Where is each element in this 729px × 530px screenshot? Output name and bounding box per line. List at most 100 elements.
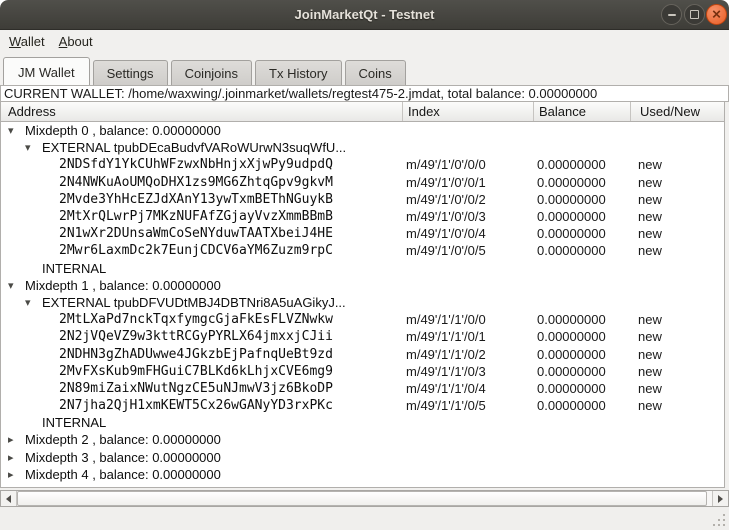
index-cell: m/49'/1'/0'/0/5 (401, 243, 532, 258)
address-cell: ▸ Mixdepth 3 , balance: 0.00000000 (1, 450, 401, 465)
index-cell: m/49'/1'/0'/0/1 (401, 175, 532, 190)
close-button[interactable]: ✕ (706, 4, 727, 25)
tab-coins[interactable]: Coins (345, 60, 406, 85)
row-label: EXTERNAL tpubDFVUDtMBJ4DBTNri8A5uAGikyJ.… (42, 295, 346, 310)
tree-row[interactable]: ▾ Mixdepth 0 , balance: 0.00000000 (1, 122, 724, 139)
tree-row[interactable]: ▸ Mixdepth 3 , balance: 0.00000000 (1, 449, 724, 466)
tree-row[interactable]: 2N1wXr2DUnsaWmCoSeNYduwTAATXbeiJ4HE m/49… (1, 225, 724, 242)
expand-arrow-icon[interactable]: ▸ (8, 468, 25, 481)
expand-arrow-icon[interactable]: ▾ (25, 296, 42, 309)
tab-settings[interactable]: Settings (93, 60, 168, 85)
tree-row[interactable]: INTERNAL (1, 414, 724, 431)
maximize-button[interactable] (684, 4, 705, 25)
tree-body: ▾ Mixdepth 0 , balance: 0.00000000 ▾ EXT… (1, 122, 724, 483)
balance-cell: 0.00000000 (532, 192, 629, 207)
row-label: 2N7jha2QjH1xmKEWT5Cx26wGANyYD3rxPKc (59, 398, 333, 413)
tree-row[interactable]: 2N2jVQeVZ9w3kttRCGyPYRLX64jmxxjCJii m/49… (1, 328, 724, 345)
tree-row[interactable]: ▸ Mixdepth 4 , balance: 0.00000000 (1, 466, 724, 483)
column-header-used-new[interactable]: Used/New (630, 102, 724, 121)
close-icon: ✕ (711, 8, 721, 20)
index-cell: m/49'/1'/0'/0/0 (401, 157, 532, 172)
address-cell: 2Mwr6LaxmDc2k7EunjCDCV6aYM6Zuzm9rpC (1, 243, 401, 258)
balance-cell: 0.00000000 (532, 329, 629, 344)
status-cell: new (629, 364, 724, 379)
scroll-left-button[interactable] (1, 491, 17, 506)
expand-arrow-icon[interactable]: ▾ (8, 279, 25, 292)
resize-grip[interactable] (713, 514, 726, 527)
horizontal-scrollbar (0, 490, 729, 507)
row-label: 2NDHN3gZhADUwwe4JGkzbEjPafnqUeBt9zd (59, 347, 333, 362)
tree-row[interactable]: 2MvFXsKub9mFHGuiC7BLKd6kLhjxCVE6mg9 m/49… (1, 363, 724, 380)
tree-row[interactable]: 2N4NWKuAoUMQoDHX1zs9MG6ZhtqGpv9gkvM m/49… (1, 174, 724, 191)
address-cell: ▸ Mixdepth 2 , balance: 0.00000000 (1, 432, 401, 447)
tree-row[interactable]: ▸ Mixdepth 2 , balance: 0.00000000 (1, 431, 724, 448)
address-cell: 2NDHN3gZhADUwwe4JGkzbEjPafnqUeBt9zd (1, 347, 401, 362)
tab-jm-wallet[interactable]: JM Wallet (3, 57, 90, 85)
expand-arrow-icon[interactable]: ▾ (25, 141, 42, 154)
column-header-balance[interactable]: Balance (533, 102, 630, 121)
column-header-index[interactable]: Index (402, 102, 533, 121)
status-cell: new (629, 209, 724, 224)
status-cell: new (629, 347, 724, 362)
address-cell: 2Mvde3YhHcEZJdXAnY13ywTxmBEThNGuykB (1, 192, 401, 207)
menu-about[interactable]: About (52, 32, 100, 51)
scrollbar-thumb[interactable] (17, 491, 707, 506)
menu-about-label: About (59, 34, 93, 49)
address-cell: 2N4NWKuAoUMQoDHX1zs9MG6ZhtqGpv9gkvM (1, 175, 401, 190)
minimize-icon (668, 14, 676, 16)
index-cell: m/49'/1'/1'/0/2 (401, 347, 532, 362)
row-label: 2MvFXsKub9mFHGuiC7BLKd6kLhjxCVE6mg9 (59, 364, 333, 379)
tab-tx-history[interactable]: Tx History (255, 60, 342, 85)
balance-cell: 0.00000000 (532, 226, 629, 241)
scrollbar-track[interactable] (17, 491, 712, 506)
row-label: 2N2jVQeVZ9w3kttRCGyPYRLX64jmxxjCJii (59, 329, 333, 344)
wallet-tree[interactable]: ▾ Mixdepth 0 , balance: 0.00000000 ▾ EXT… (0, 122, 725, 488)
tab-coinjoins[interactable]: Coinjoins (171, 60, 252, 85)
status-cell: new (629, 329, 724, 344)
balance-cell: 0.00000000 (532, 381, 629, 396)
expand-arrow-icon[interactable]: ▸ (8, 451, 25, 464)
balance-cell: 0.00000000 (532, 243, 629, 258)
balance-cell: 0.00000000 (532, 347, 629, 362)
expand-arrow-icon[interactable]: ▾ (8, 124, 25, 137)
app-window: JoinMarketQt - Testnet ✕ Wallet About JM… (0, 0, 729, 530)
minimize-button[interactable] (661, 4, 682, 25)
tree-row[interactable]: 2MtLXaPd7nckTqxfymgcGjaFkEsFLVZNwkw m/49… (1, 311, 724, 328)
index-cell: m/49'/1'/1'/0/3 (401, 364, 532, 379)
row-label: Mixdepth 2 , balance: 0.00000000 (25, 432, 221, 447)
menu-wallet[interactable]: Wallet (2, 32, 52, 51)
current-wallet-banner: CURRENT WALLET: /home/waxwing/.joinmarke… (0, 85, 729, 102)
status-cell: new (629, 192, 724, 207)
status-cell: new (629, 398, 724, 413)
tree-row[interactable]: 2Mwr6LaxmDc2k7EunjCDCV6aYM6Zuzm9rpC m/49… (1, 242, 724, 259)
tree-row[interactable]: ▾ EXTERNAL tpubDEcaBudvfVARoWUrwN3suqWfU… (1, 139, 724, 156)
row-label: 2NDSfdY1YkCUhWFzwxNbHnjxXjwPy9udpdQ (59, 157, 333, 172)
column-header-address[interactable]: Address (1, 102, 402, 121)
tree-row[interactable]: 2N7jha2QjH1xmKEWT5Cx26wGANyYD3rxPKc m/49… (1, 397, 724, 414)
tree-row[interactable]: ▾ EXTERNAL tpubDFVUDtMBJ4DBTNri8A5uAGiky… (1, 294, 724, 311)
tab-bar: JM Wallet Settings Coinjoins Tx History … (0, 53, 729, 85)
scroll-right-button[interactable] (712, 491, 728, 506)
address-cell: 2MtXrQLwrPj7MKzNUFAfZGjayVvzXmmBBmB (1, 209, 401, 224)
tree-row[interactable]: INTERNAL (1, 260, 724, 277)
row-label: 2Mwr6LaxmDc2k7EunjCDCV6aYM6Zuzm9rpC (59, 243, 333, 258)
balance-cell: 0.00000000 (532, 364, 629, 379)
balance-cell: 0.00000000 (532, 398, 629, 413)
index-cell: m/49'/1'/1'/0/4 (401, 381, 532, 396)
tree-row[interactable]: ▾ Mixdepth 1 , balance: 0.00000000 (1, 277, 724, 294)
tree-row[interactable]: 2MtXrQLwrPj7MKzNUFAfZGjayVvzXmmBBmB m/49… (1, 208, 724, 225)
tree-row[interactable]: 2N89miZaixNWutNgzCE5uNJmwV3jz6BkoDP m/49… (1, 380, 724, 397)
expand-arrow-icon[interactable]: ▸ (8, 433, 25, 446)
menu-wallet-label: Wallet (9, 34, 45, 49)
index-cell: m/49'/1'/0'/0/2 (401, 192, 532, 207)
address-cell: ▾ EXTERNAL tpubDEcaBudvfVARoWUrwN3suqWfU… (1, 140, 401, 155)
titlebar[interactable]: JoinMarketQt - Testnet ✕ (0, 0, 729, 30)
tree-row[interactable]: 2NDHN3gZhADUwwe4JGkzbEjPafnqUeBt9zd m/49… (1, 345, 724, 362)
tree-row[interactable]: 2Mvde3YhHcEZJdXAnY13ywTxmBEThNGuykB m/49… (1, 191, 724, 208)
menubar: Wallet About (0, 30, 729, 53)
tree-row[interactable]: 2NDSfdY1YkCUhWFzwxNbHnjxXjwPy9udpdQ m/49… (1, 156, 724, 173)
index-cell: m/49'/1'/1'/0/0 (401, 312, 532, 327)
row-label: 2MtLXaPd7nckTqxfymgcGjaFkEsFLVZNwkw (59, 312, 333, 327)
row-label: EXTERNAL tpubDEcaBudvfVARoWUrwN3suqWfU..… (42, 140, 346, 155)
address-cell: 2MtLXaPd7nckTqxfymgcGjaFkEsFLVZNwkw (1, 312, 401, 327)
